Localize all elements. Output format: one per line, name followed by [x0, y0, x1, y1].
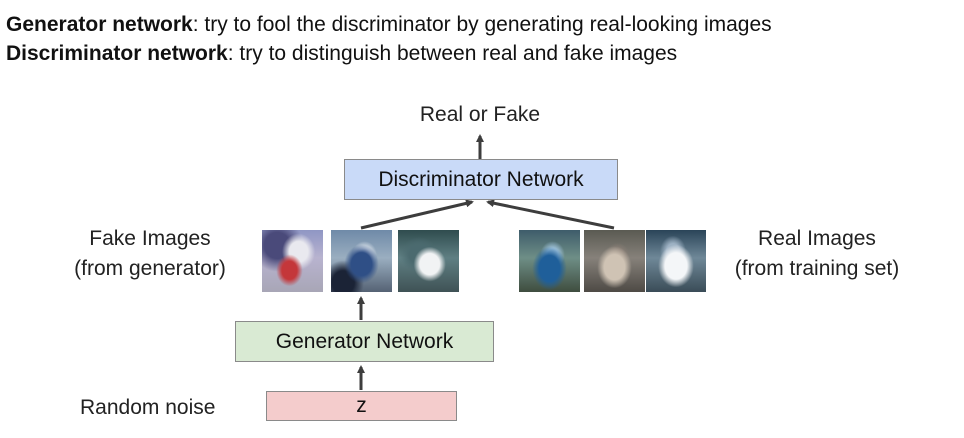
real-car-image-1	[519, 230, 580, 292]
generator-network-label: Generator Network	[275, 329, 454, 353]
fake-images-caption-line1: Fake Images	[89, 227, 211, 250]
fake-car-image-2	[331, 230, 392, 292]
discriminator-network-box: Discriminator Network	[344, 159, 618, 200]
fake-car-image-3	[398, 230, 459, 292]
real-images-caption-line2: (from training set)	[734, 257, 900, 280]
fake-images-caption: Fake Images (from generator)	[40, 224, 260, 284]
fake-images-caption-line2: (from generator)	[74, 257, 226, 280]
generator-network-box: Generator Network	[235, 321, 494, 362]
output-label: Real or Fake	[419, 103, 541, 126]
real-images-caption: Real Images (from training set)	[712, 224, 922, 284]
arrow-fake-to-discriminator	[360, 199, 474, 230]
noise-input-box: z	[266, 391, 457, 421]
discriminator-network-label: Discriminator Network	[378, 167, 584, 191]
arrow-real-to-discriminator	[486, 199, 615, 230]
real-car-image-3	[646, 230, 706, 292]
real-car-image-2	[584, 230, 645, 292]
fake-car-image-1	[262, 230, 323, 292]
noise-input-label: z	[356, 394, 367, 417]
real-images-caption-line1: Real Images	[758, 227, 876, 250]
diagram-arrows	[357, 134, 615, 390]
random-noise-caption: Random noise	[80, 396, 216, 419]
